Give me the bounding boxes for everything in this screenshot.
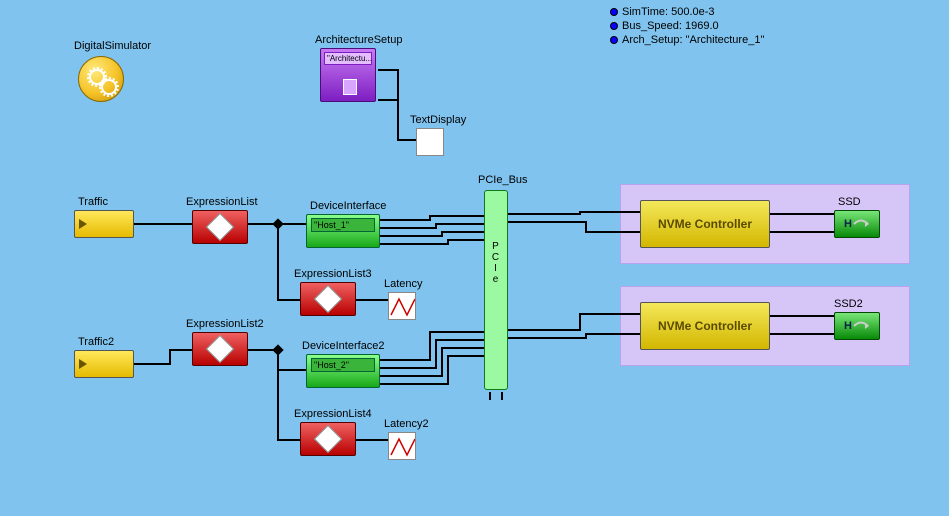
ssd-h: H [844, 320, 852, 332]
bullet-icon [610, 8, 618, 16]
pcie-bus-block[interactable]: P C I e [484, 190, 508, 390]
lat1-block[interactable] [388, 292, 416, 320]
arch-tag: "Architectu... [324, 52, 372, 65]
diamond-icon [206, 213, 234, 241]
expr4-label: ExpressionList4 [294, 408, 372, 420]
expr3-label: ExpressionList3 [294, 268, 372, 280]
status-simtime: SimTime: 500.0e-3 [610, 6, 715, 18]
status-bus-speed: Bus_Speed: 1969.0 [610, 20, 719, 32]
bus-label: PCIe_Bus [478, 174, 528, 186]
expr3-block[interactable] [300, 282, 356, 316]
lat2-label: Latency2 [384, 418, 429, 430]
play-icon [79, 359, 87, 369]
document-icon [343, 79, 357, 95]
nvme2-label: NVMe Controller [658, 319, 752, 333]
lat2-block[interactable] [388, 432, 416, 460]
expr1-label: ExpressionList [186, 196, 258, 208]
diamond-icon [314, 285, 342, 313]
diamond-icon [206, 335, 234, 363]
traffic2-block[interactable] [74, 350, 134, 378]
traffic2-label: Traffic2 [78, 336, 114, 348]
gear-icon [101, 79, 117, 95]
status-label: SimTime: 500.0e-3 [622, 6, 715, 18]
expr2-block[interactable] [192, 332, 248, 366]
play-icon [79, 219, 87, 229]
nvme1-block[interactable]: NVMe Controller [640, 200, 770, 248]
dev2-host: "Host_2" [311, 358, 375, 372]
bus-text-e: e [485, 274, 507, 285]
traffic1-label: Traffic [78, 196, 108, 208]
bullet-icon [610, 36, 618, 44]
waveform-icon [389, 293, 415, 319]
bus-text-c: C [485, 252, 507, 263]
bus-text-p: P [485, 241, 507, 252]
text-display-label: TextDisplay [410, 114, 466, 126]
arrow-icon [852, 217, 870, 231]
simulator-medallion[interactable] [78, 56, 124, 102]
text-display-block[interactable] [416, 128, 444, 156]
ssd-h: H [844, 218, 852, 230]
nvme1-label: NVMe Controller [658, 217, 752, 231]
diamond-icon [314, 425, 342, 453]
traffic1-block[interactable] [74, 210, 134, 238]
ssd2-label: SSD2 [834, 298, 863, 310]
dev2-label: DeviceInterface2 [302, 340, 385, 352]
architecture-setup-block[interactable]: "Architectu... [320, 48, 376, 102]
dev1-block[interactable]: "Host_1" [306, 214, 380, 248]
arch-setup-label: ArchitectureSetup [315, 34, 402, 46]
dev2-block[interactable]: "Host_2" [306, 354, 380, 388]
ssd2-block[interactable]: H [834, 312, 880, 340]
ssd1-block[interactable]: H [834, 210, 880, 238]
expr1-block[interactable] [192, 210, 248, 244]
bullet-icon [610, 22, 618, 30]
nvme2-block[interactable]: NVMe Controller [640, 302, 770, 350]
title-label: DigitalSimulator [74, 40, 151, 52]
ssd1-label: SSD [838, 196, 861, 208]
expr4-block[interactable] [300, 422, 356, 456]
status-arch-setup: Arch_Setup: "Architecture_1" [610, 34, 764, 46]
dev1-host: "Host_1" [311, 218, 375, 232]
expr2-label: ExpressionList2 [186, 318, 264, 330]
arrow-icon [852, 319, 870, 333]
dev1-label: DeviceInterface [310, 200, 386, 212]
lat1-label: Latency [384, 278, 423, 290]
bus-text-i: I [485, 263, 507, 274]
status-label: Bus_Speed: 1969.0 [622, 20, 719, 32]
waveform-icon [389, 433, 415, 459]
status-label: Arch_Setup: "Architecture_1" [622, 34, 764, 46]
